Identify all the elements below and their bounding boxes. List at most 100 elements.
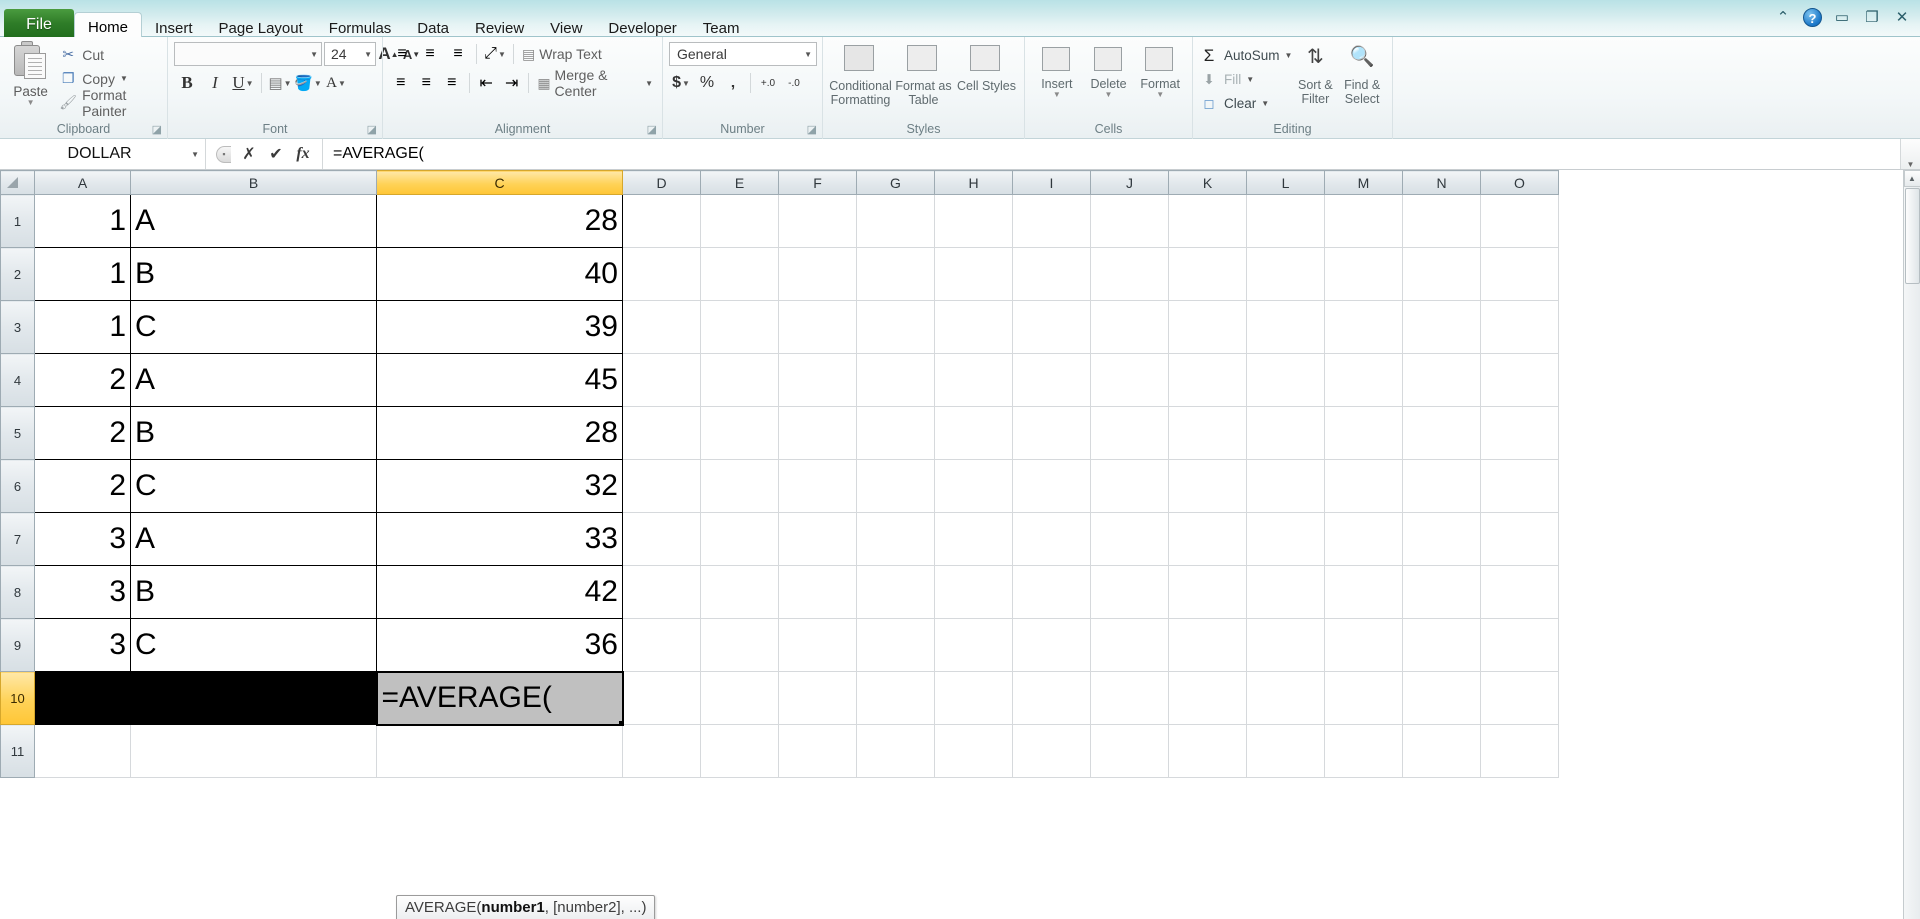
cell-styles-button[interactable]: Cell Styles [955,43,1018,93]
align-bottom-button[interactable]: ≡ [445,42,471,67]
row-header-6[interactable]: 6 [0,459,35,513]
cell-O3[interactable] [1480,300,1559,354]
fill-button[interactable]: ⬇ Fill ▼ [1199,68,1292,91]
cell-D10[interactable] [622,671,701,725]
cell-G6[interactable] [856,459,935,513]
cell-F10[interactable] [778,671,857,725]
cell-A10[interactable] [34,671,131,725]
cell-F2[interactable] [778,247,857,301]
cell-F5[interactable] [778,406,857,460]
cell-E2[interactable] [700,247,779,301]
cell-A1[interactable]: 1 [34,194,131,248]
row-header-8[interactable]: 8 [0,565,35,619]
cell-J7[interactable] [1090,512,1169,566]
delete-cells-button[interactable]: Delete ▼ [1083,43,1135,99]
row-header-11[interactable]: 11 [0,724,35,778]
cell-E8[interactable] [700,565,779,619]
cell-I7[interactable] [1012,512,1091,566]
cell-H6[interactable] [934,459,1013,513]
cell-L3[interactable] [1246,300,1325,354]
cell-F11[interactable] [778,724,857,778]
insert-cells-caret-icon[interactable]: ▼ [1053,91,1061,99]
cell-N7[interactable] [1402,512,1481,566]
column-header-d[interactable]: D [622,170,701,195]
cell-B4[interactable]: A [130,353,377,407]
autosum-caret-icon[interactable]: ▼ [1285,51,1293,60]
alignment-dialog-launcher-icon[interactable]: ◪ [647,123,657,138]
cell-B8[interactable]: B [130,565,377,619]
cell-J1[interactable] [1090,194,1169,248]
cell-I3[interactable] [1012,300,1091,354]
font-dialog-launcher-icon[interactable]: ◪ [367,123,377,138]
column-header-g[interactable]: G [856,170,935,195]
cell-N8[interactable] [1402,565,1481,619]
cell-H1[interactable] [934,194,1013,248]
row-header-1[interactable]: 1 [0,194,35,248]
cell-C9[interactable]: 36 [376,618,623,672]
font-size-combo[interactable]: 24 ▼ [324,42,376,66]
cell-H9[interactable] [934,618,1013,672]
format-painter-button[interactable]: 🖌 Format Painter [59,87,161,119]
decrease-decimal-button[interactable]: -.0 [782,71,806,96]
cell-C10[interactable]: =AVERAGE( [375,670,624,726]
column-header-n[interactable]: N [1402,170,1481,195]
font-name-caret-icon[interactable]: ▼ [310,50,318,59]
format-cells-button[interactable]: Format ▼ [1134,43,1186,99]
cell-F4[interactable] [778,353,857,407]
cell-D1[interactable] [622,194,701,248]
cut-button[interactable]: ✂ Cut [59,43,161,66]
cell-B2[interactable]: B [130,247,377,301]
cell-C11[interactable] [376,724,623,778]
font-color-button[interactable]: A ▼ [323,71,349,96]
cell-H7[interactable] [934,512,1013,566]
insert-cells-button[interactable]: Insert ▼ [1031,43,1083,99]
cell-C5[interactable]: 28 [376,406,623,460]
cell-B3[interactable]: C [130,300,377,354]
enter-formula-icon[interactable]: ✔ [267,144,285,164]
cell-A5[interactable]: 2 [34,406,131,460]
cell-O10[interactable] [1480,671,1559,725]
row-header-4[interactable]: 4 [0,353,35,407]
cell-G2[interactable] [856,247,935,301]
cell-B7[interactable]: A [130,512,377,566]
cell-L11[interactable] [1246,724,1325,778]
cell-I10[interactable] [1012,671,1091,725]
cell-L6[interactable] [1246,459,1325,513]
column-header-e[interactable]: E [700,170,779,195]
column-header-a[interactable]: A [34,170,131,195]
cell-M10[interactable] [1324,671,1403,725]
cell-M3[interactable] [1324,300,1403,354]
close-icon[interactable]: ✕ [1892,7,1912,27]
cell-O6[interactable] [1480,459,1559,513]
row-header-2[interactable]: 2 [0,247,35,301]
fill-handle[interactable] [618,720,621,723]
cell-N4[interactable] [1402,353,1481,407]
decrease-indent-button[interactable]: ⇤ [474,71,498,96]
cell-G3[interactable] [856,300,935,354]
cell-C8[interactable]: 42 [376,565,623,619]
orientation-button[interactable]: ⤢ ▼ [482,42,508,67]
cell-H2[interactable] [934,247,1013,301]
cell-M7[interactable] [1324,512,1403,566]
cell-N1[interactable] [1402,194,1481,248]
percent-button[interactable]: % [695,71,719,96]
cell-J11[interactable] [1090,724,1169,778]
cell-F8[interactable] [778,565,857,619]
column-header-k[interactable]: K [1168,170,1247,195]
bold-button[interactable]: B [174,71,200,96]
font-color-caret-icon[interactable]: ▼ [338,79,346,88]
cell-B10[interactable] [130,671,377,725]
cell-I5[interactable] [1012,406,1091,460]
column-header-h[interactable]: H [934,170,1013,195]
cell-L4[interactable] [1246,353,1325,407]
cell-F3[interactable] [778,300,857,354]
delete-cells-caret-icon[interactable]: ▼ [1105,91,1113,99]
fill-caret-icon[interactable]: ▼ [1246,75,1254,84]
cell-K6[interactable] [1168,459,1247,513]
cell-O11[interactable] [1480,724,1559,778]
wrap-text-button[interactable]: ▤ Wrap Text [519,42,605,67]
sort-filter-button[interactable]: ⇅ Sort & Filter [1292,42,1338,106]
column-header-f[interactable]: F [778,170,857,195]
find-select-button[interactable]: 🔍 Find & Select [1338,42,1386,106]
cell-L7[interactable] [1246,512,1325,566]
